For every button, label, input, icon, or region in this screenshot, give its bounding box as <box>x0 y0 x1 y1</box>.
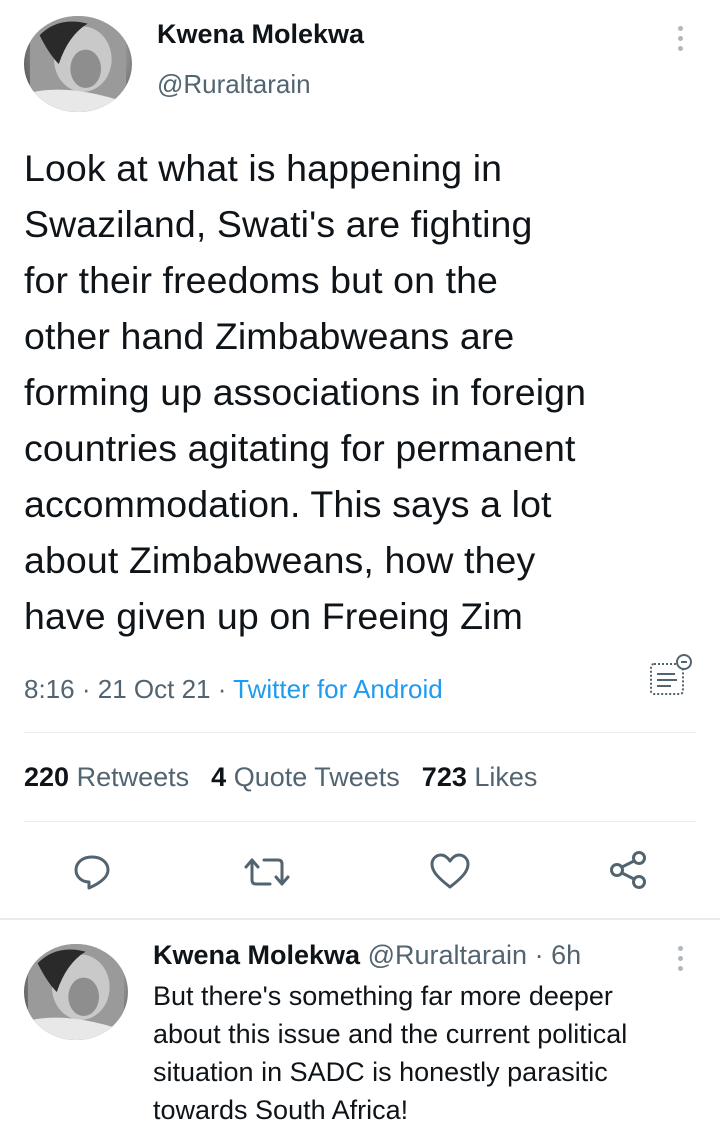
tweet-date: 21 Oct 21 <box>97 674 211 704</box>
reply-author-name[interactable]: Kwena Molekwa <box>153 940 360 970</box>
reply-text: But there's something far more deeper ab… <box>153 981 628 1125</box>
retweet-button[interactable] <box>244 852 290 892</box>
share-button[interactable] <box>609 850 649 890</box>
tweet-source-link[interactable]: Twitter for Android <box>233 674 443 704</box>
avatar-photo <box>30 16 126 112</box>
like-button[interactable] <box>429 852 471 892</box>
retweets-label: Retweets <box>76 762 190 792</box>
reply-separator: · <box>534 940 544 970</box>
retweets-stat[interactable]: 220 Retweets <box>24 762 189 793</box>
likes-stat[interactable]: 723 Likes <box>422 762 538 793</box>
divider <box>24 732 696 733</box>
reply-header: Kwena Molekwa @Ruraltarain · 6h <box>153 940 581 971</box>
divider <box>0 918 720 920</box>
tweet-meta: 8:16 · 21 Oct 21 · Twitter for Android <box>24 674 443 705</box>
retweets-count: 220 <box>24 762 70 792</box>
retweet-icon <box>244 858 290 886</box>
reply-author-handle[interactable]: @Ruraltarain <box>368 940 527 970</box>
reply-more-options-button[interactable] <box>674 946 686 972</box>
author-name[interactable]: Kwena Molekwa <box>157 19 364 50</box>
reply-author-avatar[interactable] <box>24 944 128 1040</box>
quotes-count: 4 <box>211 762 227 792</box>
more-dot <box>677 26 683 31</box>
meta-separator: · <box>217 674 227 704</box>
author-avatar[interactable] <box>24 16 132 112</box>
like-icon <box>430 853 470 889</box>
more-dot <box>677 956 683 961</box>
meta-separator: · <box>81 674 91 704</box>
likes-label: Likes <box>474 762 538 792</box>
more-dot <box>677 946 683 951</box>
more-dot <box>677 36 683 41</box>
more-dot <box>677 46 683 51</box>
quotes-stat[interactable]: 4 Quote Tweets <box>211 762 400 793</box>
divider <box>24 821 696 822</box>
reply-icon <box>74 855 110 890</box>
reply-button[interactable] <box>72 852 112 892</box>
share-icon <box>610 851 646 889</box>
tweet-text: Look at what is happening in Swaziland, … <box>24 147 587 637</box>
avatar-photo <box>28 944 124 1040</box>
engagement-stats: 220 Retweets 4 Quote Tweets 723 Likes <box>24 762 537 793</box>
reply-age: 6h <box>551 940 582 970</box>
more-options-button[interactable] <box>674 26 686 52</box>
analytics-icon[interactable] <box>647 654 693 700</box>
tweet-time: 8:16 <box>24 674 75 704</box>
likes-count: 723 <box>421 762 467 792</box>
more-dot <box>677 966 683 971</box>
author-handle[interactable]: @Ruraltarain <box>157 69 311 100</box>
quotes-label: Quote Tweets <box>233 762 400 792</box>
